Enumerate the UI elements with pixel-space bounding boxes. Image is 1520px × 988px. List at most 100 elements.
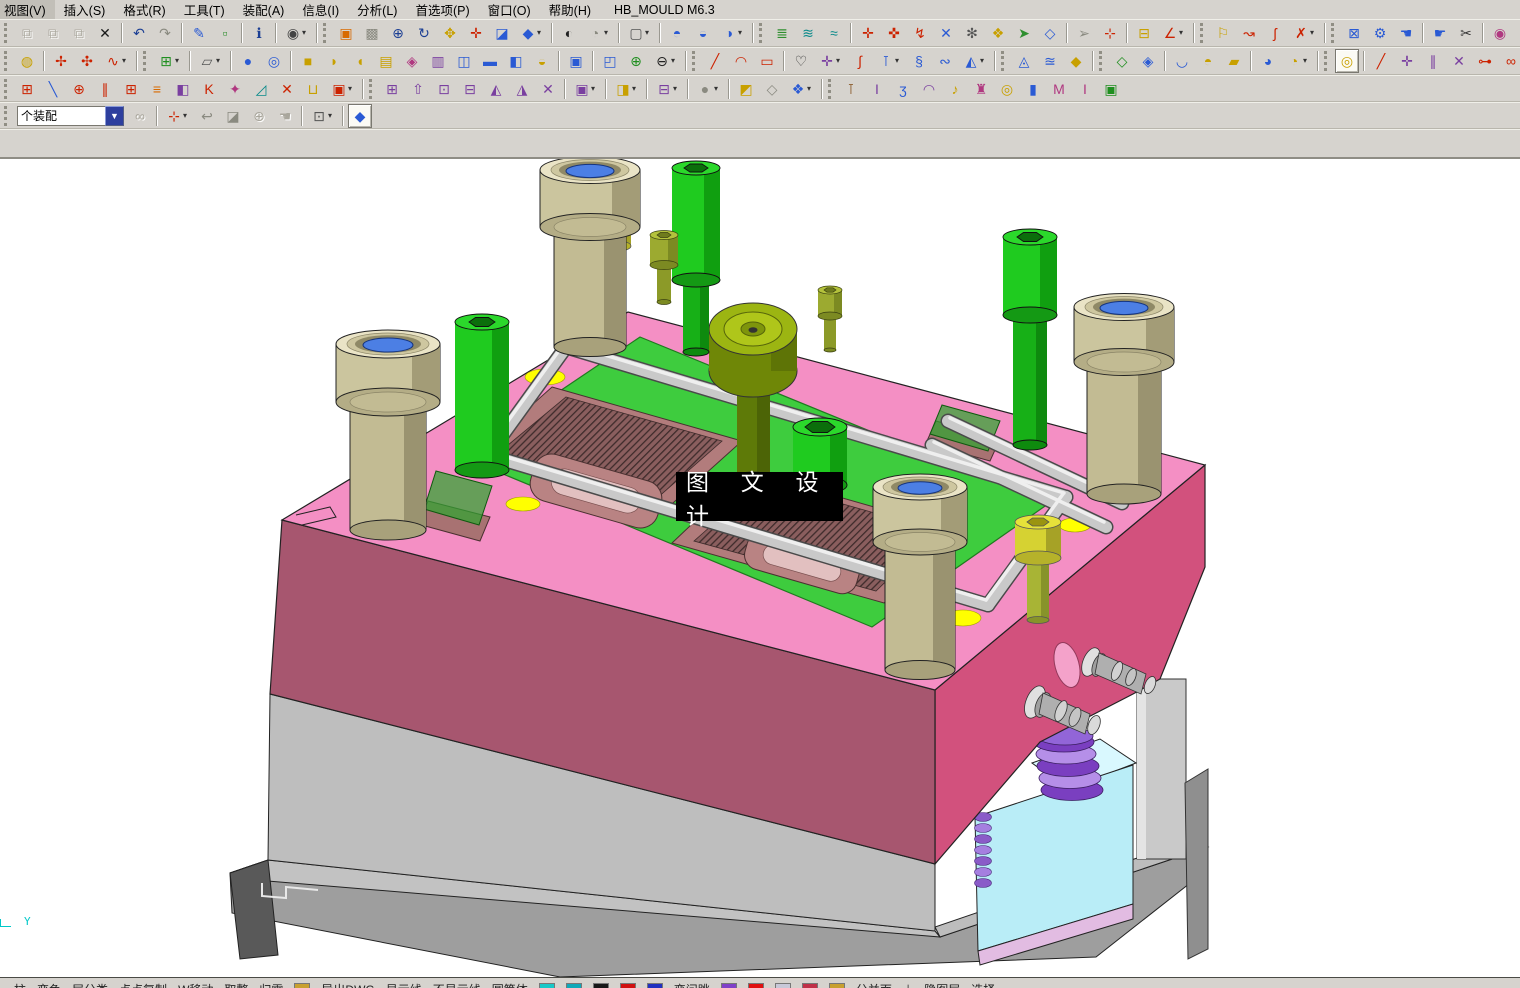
- spring-coil-icon[interactable]: ʒ: [891, 77, 915, 101]
- move-component-icon[interactable]: ⊠: [1342, 21, 1366, 45]
- circle-center-icon[interactable]: ⊕: [67, 77, 91, 101]
- through-curves-icon[interactable]: ≊: [1038, 49, 1062, 73]
- new-component-icon[interactable]: ⇧: [406, 77, 430, 101]
- copy-display-icon[interactable]: ⧉: [67, 21, 91, 45]
- parallel-constraint-icon[interactable]: ∥: [1421, 49, 1445, 73]
- back-navigate-icon[interactable]: ↩: [195, 104, 219, 128]
- measure-angle-icon[interactable]: ∠▾: [1158, 21, 1182, 45]
- block-icon[interactable]: ■: [296, 49, 320, 73]
- keyframe-icon[interactable]: ⚐: [1211, 21, 1235, 45]
- toolbar-drag-handle[interactable]: [323, 23, 329, 43]
- datum-tool-icon[interactable]: ✢: [49, 49, 73, 73]
- tangent-constraint-icon[interactable]: ⊶: [1473, 49, 1497, 73]
- pattern-component-icon[interactable]: ◮: [510, 77, 534, 101]
- mold-3d-model[interactable]: [0, 159, 1520, 977]
- status-color-swatch[interactable]: [294, 983, 310, 988]
- mirror-assembly-icon[interactable]: ◭: [484, 77, 508, 101]
- work-part-display-icon[interactable]: ◆: [348, 104, 372, 128]
- status-button[interactable]: 取整: [224, 981, 248, 988]
- delete-icon[interactable]: ✕: [93, 21, 117, 45]
- section-view-icon[interactable]: ◓: [665, 21, 689, 45]
- ghost-component-icon[interactable]: ◇: [760, 77, 784, 101]
- measure-distance-icon[interactable]: ⊟: [1132, 21, 1156, 45]
- datum-plane-icon[interactable]: ◇: [1038, 21, 1062, 45]
- insert-pin-icon[interactable]: Ι: [1073, 77, 1097, 101]
- toolbar-drag-handle[interactable]: [1324, 51, 1330, 71]
- transform-move-icon[interactable]: ✎: [187, 21, 211, 45]
- menu-window[interactable]: 窗口(O): [479, 0, 540, 19]
- sketch-line-icon[interactable]: ╱: [1369, 49, 1393, 73]
- status-button[interactable]: W移动: [178, 981, 213, 988]
- status-color-swatch[interactable]: [802, 983, 818, 988]
- status-button[interactable]: 圆筒体: [492, 981, 528, 988]
- sketch-icon[interactable]: ⊞▾: [154, 49, 178, 73]
- bounded-plane-icon[interactable]: ▰: [1222, 49, 1246, 73]
- perpendicular-constraint-icon[interactable]: ✕: [1447, 49, 1471, 73]
- status-button[interactable]: 导出DWG: [321, 981, 374, 988]
- law-curve-icon[interactable]: ∾: [933, 49, 957, 73]
- sew-icon[interactable]: ▬: [478, 49, 502, 73]
- toolbar-drag-handle[interactable]: [4, 79, 10, 99]
- menu-view[interactable]: 视图(V): [0, 0, 55, 19]
- find-component-icon[interactable]: ◉▾: [281, 21, 305, 45]
- background-color-icon[interactable]: ▢▾: [624, 21, 648, 45]
- rendering-style-icon[interactable]: ◆▾: [516, 21, 540, 45]
- assembly-scope-combo[interactable]: 个装配▼: [17, 106, 124, 126]
- section-analysis-icon[interactable]: ✗▾: [1289, 21, 1313, 45]
- unloaded-component-icon[interactable]: ●▾: [693, 77, 717, 101]
- resize-snapshot-icon[interactable]: ▫: [213, 21, 237, 45]
- selection-arrow-icon[interactable]: ➢: [1072, 21, 1096, 45]
- paste-icon[interactable]: ⧉: [15, 21, 39, 45]
- swept-icon[interactable]: ◈: [400, 49, 424, 73]
- mold-wizard-m-icon[interactable]: M: [1047, 77, 1071, 101]
- shaded-display-icon[interactable]: ◐: [557, 21, 581, 45]
- interpart-cut-icon[interactable]: ✂: [1454, 21, 1478, 45]
- arc-icon[interactable]: ◠: [729, 49, 753, 73]
- subtract-icon[interactable]: ⊖▾: [650, 49, 674, 73]
- rectangle-icon[interactable]: ▭: [755, 49, 779, 73]
- status-color-swatch[interactable]: [775, 983, 791, 988]
- status-color-swatch[interactable]: [620, 983, 636, 988]
- clip-section-icon[interactable]: ◒: [691, 21, 715, 45]
- assembly-scope-combo-dropdown[interactable]: ▼: [105, 106, 124, 126]
- status-color-swatch[interactable]: [566, 983, 582, 988]
- edit-cube-icon[interactable]: ◧: [171, 77, 195, 101]
- add-component-icon[interactable]: ⊞: [380, 77, 404, 101]
- menu-tools[interactable]: 工具(T): [175, 0, 234, 19]
- toolbar-drag-handle[interactable]: [759, 23, 765, 43]
- snap-point-icon[interactable]: ⊹: [1098, 21, 1122, 45]
- unite-icon[interactable]: ⊕: [624, 49, 648, 73]
- menu-help[interactable]: 帮助(H): [540, 0, 600, 19]
- delete-object-icon[interactable]: ✕: [275, 77, 299, 101]
- rotate-view-icon[interactable]: ↻: [412, 21, 436, 45]
- point-constructor-icon[interactable]: ❖: [986, 21, 1010, 45]
- curve-tool-icon[interactable]: ∿▾: [101, 49, 125, 73]
- menu-insert[interactable]: 插入(S): [55, 0, 115, 19]
- bend-icon[interactable]: ◗: [322, 49, 346, 73]
- zoom-region-icon[interactable]: ▩: [360, 21, 384, 45]
- status-color-swatch[interactable]: [539, 983, 555, 988]
- status-color-swatch[interactable]: [748, 983, 764, 988]
- toolbar-drag-handle[interactable]: [4, 23, 10, 43]
- ejector-pin-icon[interactable]: ♜: [969, 77, 993, 101]
- status-button[interactable]: 分并面: [856, 981, 892, 988]
- polyline-k-icon[interactable]: K: [197, 77, 221, 101]
- csys-dynamic-icon[interactable]: ✛: [856, 21, 880, 45]
- toolbar-drag-handle[interactable]: [1200, 23, 1206, 43]
- copy-icon[interactable]: ⧉: [41, 21, 65, 45]
- component-color-icon[interactable]: ❖▾: [786, 77, 810, 101]
- paste-component-icon[interactable]: ⊟: [458, 77, 482, 101]
- text-icon[interactable]: ⊺▾: [874, 49, 898, 73]
- studio-spline-icon[interactable]: ∫: [848, 49, 872, 73]
- assembly-constraints-icon[interactable]: ⚙: [1368, 21, 1392, 45]
- face-blend-icon[interactable]: ◔▾: [1282, 49, 1306, 73]
- delete-component-icon[interactable]: ✕: [536, 77, 560, 101]
- find-in-navigator-icon[interactable]: ⊹▾: [162, 104, 186, 128]
- zoom-in-out-icon[interactable]: ⊕: [386, 21, 410, 45]
- point-tool-icon[interactable]: ✣: [75, 49, 99, 73]
- profile-icon[interactable]: ♡: [789, 49, 813, 73]
- toolbar-drag-handle[interactable]: [1001, 51, 1007, 71]
- helix-icon[interactable]: §: [907, 49, 931, 73]
- window-red-icon[interactable]: ⊞: [119, 77, 143, 101]
- menu-information[interactable]: 信息(I): [293, 0, 348, 19]
